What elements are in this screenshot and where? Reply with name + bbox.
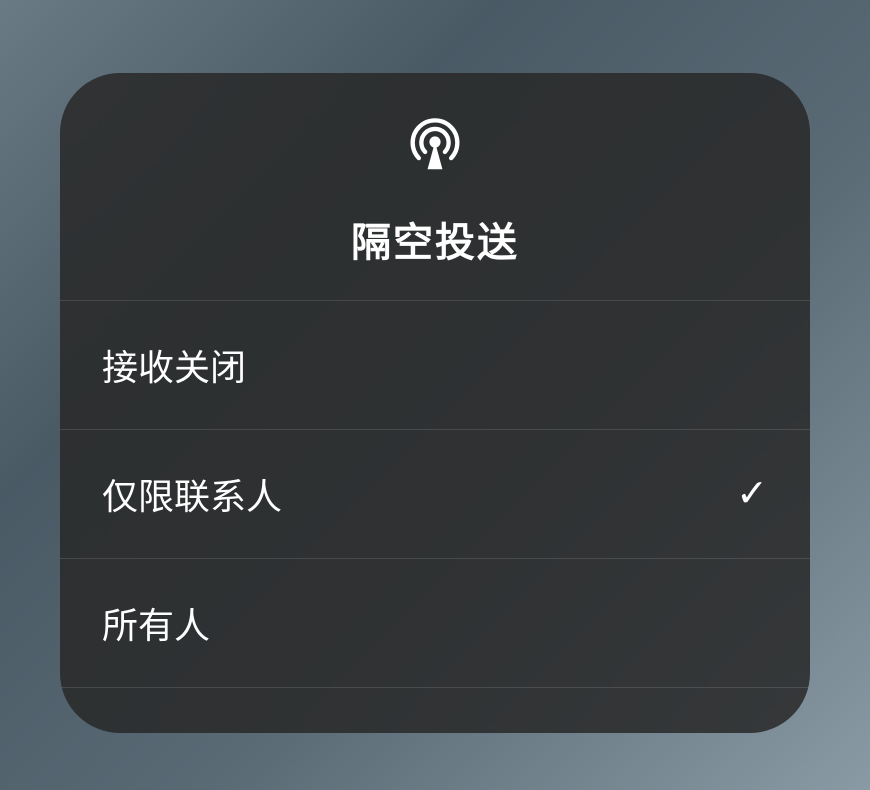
option-label: 所有人 xyxy=(102,597,210,649)
option-label: 接收关闭 xyxy=(102,339,246,391)
option-label: 仅限联系人 xyxy=(102,468,282,520)
airdrop-icon xyxy=(404,111,466,178)
panel-title: 隔空投送 xyxy=(351,210,519,268)
checkmark-icon: ✓ xyxy=(736,471,768,516)
option-contacts-only[interactable]: 仅限联系人 ✓ xyxy=(60,430,810,559)
option-receiving-off[interactable]: 接收关闭 ✓ xyxy=(60,301,810,430)
airdrop-settings-panel: 隔空投送 接收关闭 ✓ 仅限联系人 ✓ 所有人 ✓ xyxy=(60,73,810,733)
panel-header: 隔空投送 xyxy=(60,73,810,301)
options-list: 接收关闭 ✓ 仅限联系人 ✓ 所有人 ✓ xyxy=(60,301,810,688)
option-everyone[interactable]: 所有人 ✓ xyxy=(60,559,810,688)
